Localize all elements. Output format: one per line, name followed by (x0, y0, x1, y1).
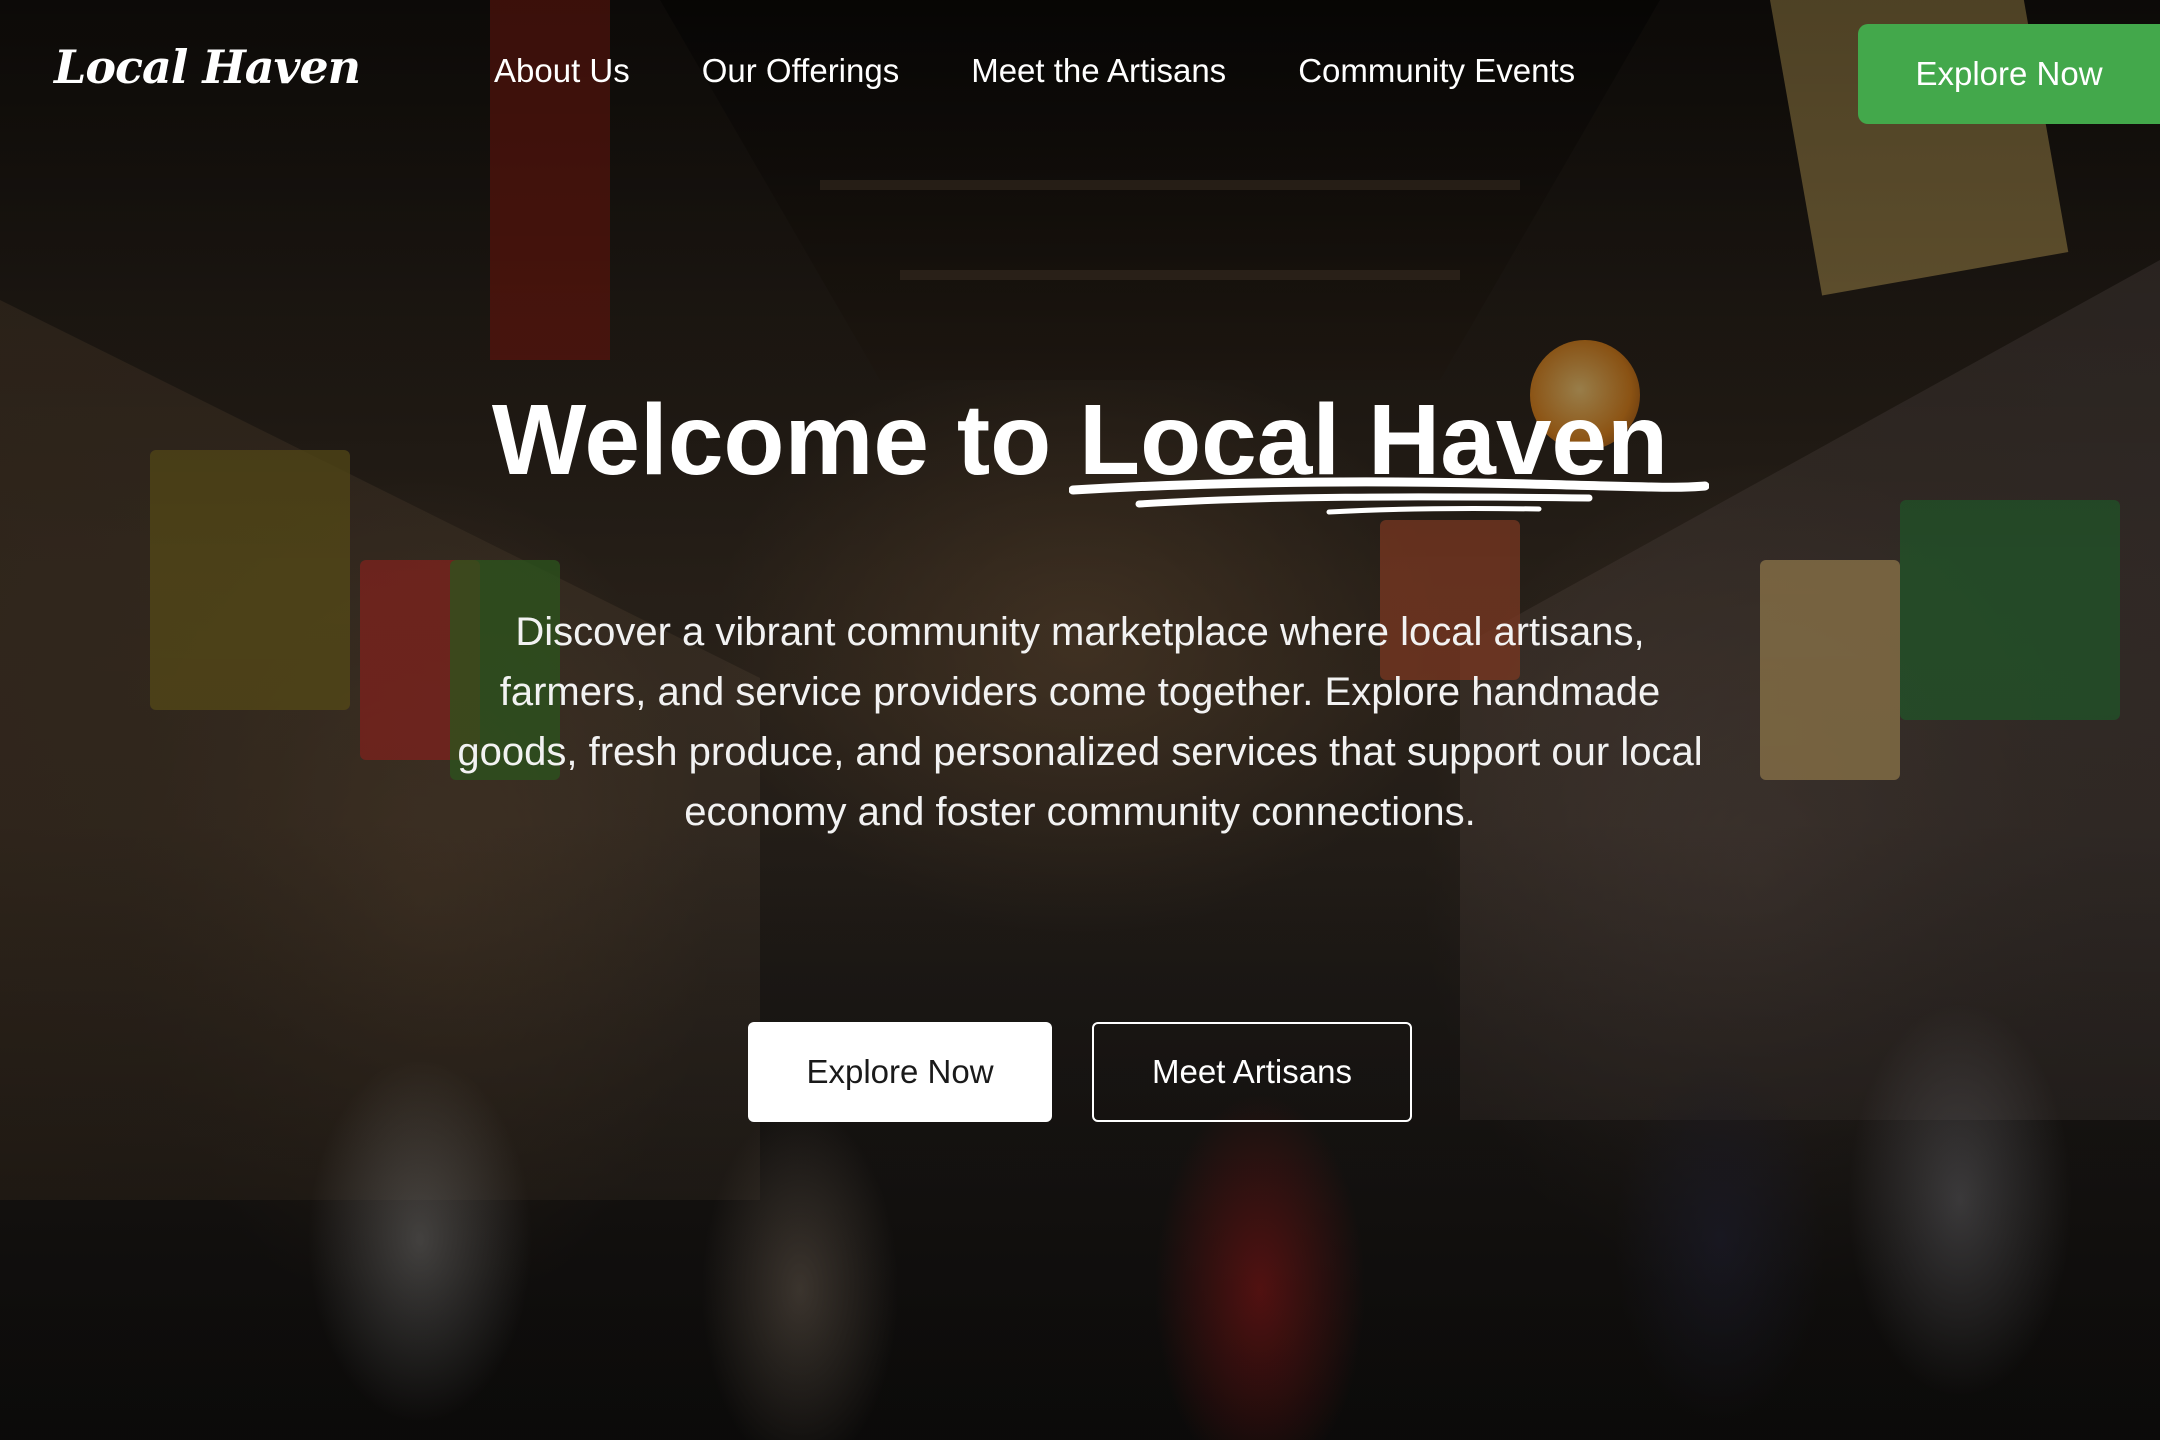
hero-section: Local Haven About Us Our Offerings Meet … (0, 0, 2160, 1440)
meet-artisans-button[interactable]: Meet Artisans (1092, 1022, 1412, 1122)
hero-description: Discover a vibrant community marketplace… (457, 610, 1703, 834)
site-logo[interactable]: Local Haven (54, 40, 361, 94)
explore-now-button[interactable]: Explore Now (748, 1022, 1052, 1122)
nav-link-about-us[interactable]: About Us (494, 52, 630, 90)
hero-title-prefix: Welcome to (491, 384, 1080, 496)
nav-links: About Us Our Offerings Meet the Artisans… (494, 52, 1575, 90)
brush-underline-icon (1069, 477, 1710, 515)
hero-title-highlight: Local Haven (1069, 380, 1710, 515)
nav-link-our-offerings[interactable]: Our Offerings (702, 52, 899, 90)
hero-title: Welcome to Local Haven (0, 380, 2160, 515)
top-navigation: Local Haven About Us Our Offerings Meet … (0, 0, 2160, 150)
nav-explore-now-button[interactable]: Explore Now (1858, 24, 2160, 124)
nav-link-community-events[interactable]: Community Events (1298, 52, 1575, 90)
nav-link-meet-the-artisans[interactable]: Meet the Artisans (971, 52, 1226, 90)
